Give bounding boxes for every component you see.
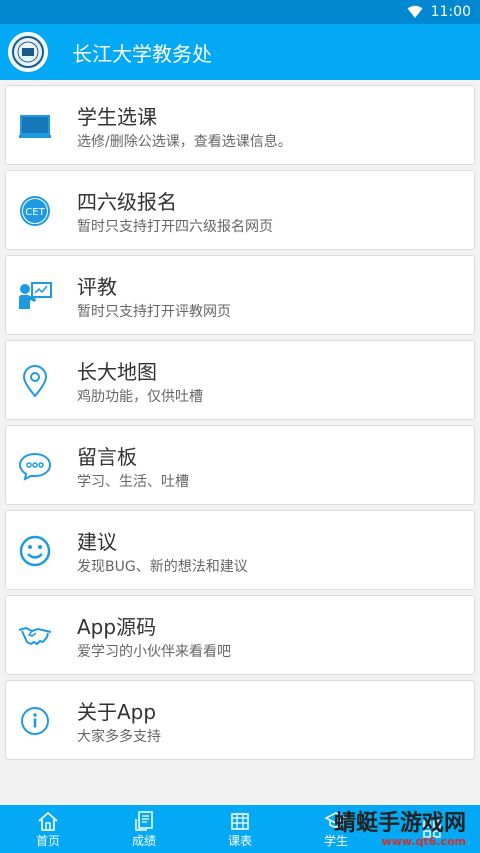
home-icon bbox=[37, 810, 59, 832]
campus-map-card[interactable]: 长大地图 鸡肋功能，仅供吐槽 bbox=[5, 340, 475, 420]
nav-grades[interactable]: 成绩 bbox=[96, 805, 192, 853]
nav-label: 成绩 bbox=[131, 833, 156, 848]
cet-label: CET bbox=[25, 207, 45, 218]
course-selection-card[interactable]: 学生选课 选修/删除公选课，查看选课信息。 bbox=[5, 85, 475, 165]
teaching-evaluation-card[interactable]: 评教 暂时只支持打开评教网页 bbox=[5, 255, 475, 335]
card-subtitle: 选修/删除公选课，查看选课信息。 bbox=[77, 134, 292, 150]
wifi-icon bbox=[407, 5, 423, 19]
card-subtitle: 爱学习的小伙伴来看看吧 bbox=[77, 644, 231, 660]
nav-label: 课表 bbox=[227, 833, 252, 848]
chat-bubble-icon bbox=[18, 449, 52, 483]
card-title: 关于App bbox=[77, 700, 157, 724]
card-subtitle: 大家多多支持 bbox=[77, 729, 161, 745]
menu-list: 学生选课 选修/删除公选课，查看选课信息。 CET 四六级报名 暂时只支持打开四… bbox=[0, 80, 480, 765]
watermark-title: 蜻蜓手游戏网 bbox=[333, 811, 466, 836]
smiley-icon bbox=[18, 534, 52, 568]
message-board-card[interactable]: 留言板 学习、生活、吐槽 bbox=[5, 425, 475, 505]
board-icon bbox=[18, 109, 52, 143]
suggestion-card[interactable]: 建议 发现BUG、新的想法和建议 bbox=[5, 510, 475, 590]
card-subtitle: 学习、生活、吐槽 bbox=[77, 474, 189, 490]
watermark-url: www.qt6.com bbox=[381, 835, 466, 848]
card-subtitle: 鸡肋功能，仅供吐槽 bbox=[77, 389, 203, 405]
nav-timetable[interactable]: 课表 bbox=[192, 805, 288, 853]
nav-label: 首页 bbox=[35, 833, 60, 848]
card-title: 四六级报名 bbox=[77, 190, 177, 214]
card-title: 长大地图 bbox=[77, 360, 157, 384]
app-title: 长江大学教务处 bbox=[72, 41, 212, 66]
cet-icon: CET bbox=[18, 194, 52, 228]
watermark: 蜻蜓手游戏网 www.qt6.com bbox=[334, 812, 466, 848]
app-source-card[interactable]: App源码 爱学习的小伙伴来看看吧 bbox=[5, 595, 475, 675]
status-bar: 11:00 bbox=[0, 0, 480, 24]
card-title: 留言板 bbox=[77, 445, 137, 469]
card-title: App源码 bbox=[77, 615, 157, 639]
card-subtitle: 暂时只支持打开四六级报名网页 bbox=[77, 219, 273, 235]
status-time: 11:00 bbox=[430, 4, 471, 20]
about-app-card[interactable]: 关于App 大家多多支持 bbox=[5, 680, 475, 760]
card-title: 学生选课 bbox=[77, 105, 157, 129]
handshake-icon bbox=[18, 619, 52, 653]
grades-icon bbox=[134, 810, 154, 832]
university-logo bbox=[8, 32, 48, 72]
card-subtitle: 暂时只支持打开评教网页 bbox=[77, 304, 231, 320]
card-title: 评教 bbox=[77, 275, 117, 299]
card-title: 建议 bbox=[77, 530, 117, 554]
app-bar: 长江大学教务处 bbox=[0, 24, 480, 80]
location-pin-icon bbox=[18, 364, 52, 398]
calendar-icon bbox=[230, 810, 250, 832]
card-subtitle: 发现BUG、新的想法和建议 bbox=[77, 559, 248, 575]
teacher-icon bbox=[18, 279, 52, 313]
info-icon bbox=[18, 704, 52, 738]
nav-home[interactable]: 首页 bbox=[0, 805, 96, 853]
cet-registration-card[interactable]: CET 四六级报名 暂时只支持打开四六级报名网页 bbox=[5, 170, 475, 250]
